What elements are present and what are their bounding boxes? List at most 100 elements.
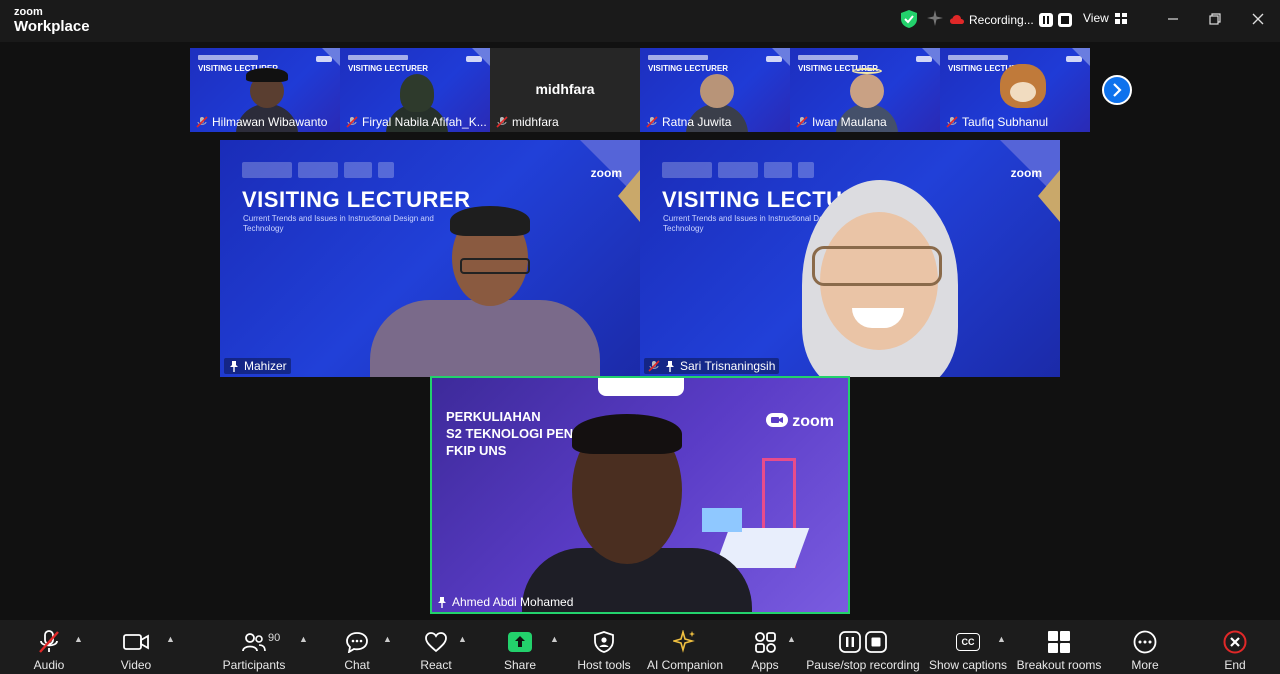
audio-button[interactable]: Audio xyxy=(28,620,70,674)
participant-name: Hilmawan Wibawanto xyxy=(196,115,327,129)
ai-sparkle-icon[interactable] xyxy=(927,10,943,31)
restore-icon[interactable] xyxy=(1206,10,1224,28)
merdeka-badge xyxy=(598,378,684,396)
react-options-chevron-icon[interactable]: ▲ xyxy=(458,634,467,644)
glasses xyxy=(812,246,942,286)
slide-header xyxy=(348,55,408,60)
hat xyxy=(246,68,288,82)
video-tile-mahizer[interactable]: zoom VISITING LECTURER Current Trends an… xyxy=(220,140,640,377)
close-icon[interactable] xyxy=(1249,10,1267,28)
logo-top-text: zoom xyxy=(14,6,43,18)
apps-button[interactable]: Apps xyxy=(749,620,781,674)
participant-name-text: Iwan Maulana xyxy=(812,115,887,129)
shield-icon xyxy=(594,628,614,656)
react-button[interactable]: React xyxy=(418,620,454,674)
participant-name-text: midhfara xyxy=(512,115,559,129)
pause-icon xyxy=(839,631,861,653)
participant-tile[interactable]: VISITING LECTURER Taufiq Subhanul xyxy=(940,48,1090,132)
video-tile-active-speaker[interactable]: PERKULIAHAN S2 TEKNOLOGI PEND FKIP UNS z… xyxy=(430,376,850,614)
ai-companion-label: AI Companion xyxy=(646,658,724,672)
title-bar: zoom Workplace Recording... View xyxy=(0,0,1280,42)
host-tools-button[interactable]: Host tools xyxy=(574,620,634,674)
audio-label: Audio xyxy=(33,658,65,672)
participant-name-text: Ahmed Abdi Mohamed xyxy=(452,595,574,609)
participant-tile[interactable]: VISITING LECTURER Iwan Maulana xyxy=(790,48,940,132)
participant-tile[interactable]: midhfara midhfara xyxy=(490,48,640,132)
participant-tile[interactable]: VISITING LECTURER Ratna Juwita xyxy=(640,48,790,132)
share-button[interactable]: Share xyxy=(502,620,538,674)
share-options-chevron-icon[interactable]: ▲ xyxy=(550,634,559,644)
muted-mic-icon xyxy=(496,116,508,128)
slide-title: VISITING LECTURER xyxy=(242,187,471,212)
cloud-recording-icon xyxy=(950,15,964,24)
slide-line-3: FKIP UNS xyxy=(446,443,507,458)
video-options-chevron-icon[interactable]: ▲ xyxy=(166,634,175,644)
muted-mic-icon xyxy=(38,628,60,656)
end-icon xyxy=(1223,628,1247,656)
apps-options-chevron-icon[interactable]: ▲ xyxy=(787,634,796,644)
slide-corner xyxy=(922,48,940,66)
slide-title: VISITING LECTURER xyxy=(348,64,429,73)
video-tile-sari[interactable]: zoom VISITING LECTURER Current Trends an… xyxy=(640,140,1060,377)
halo xyxy=(852,68,882,74)
minimize-icon[interactable] xyxy=(1164,10,1182,28)
participant-name-text: Mahizer xyxy=(244,359,287,373)
recording-indicator[interactable]: Recording... xyxy=(950,10,1072,30)
stop-recording-icon[interactable] xyxy=(1057,13,1072,27)
host-tools-label: Host tools xyxy=(577,658,631,672)
heart-icon xyxy=(424,628,448,656)
pause-stop-label: Pause/stop recording xyxy=(806,658,920,672)
muted-mic-icon xyxy=(648,360,660,372)
participant-tile[interactable]: VISITING LECTURER Hilmawan Wibawanto xyxy=(190,48,340,132)
chevron-right-icon xyxy=(1113,83,1122,97)
slide-header xyxy=(798,55,858,60)
slide-heading: PERKULIAHAN S2 TEKNOLOGI PEND FKIP UNS xyxy=(446,408,583,459)
video-button[interactable]: Video xyxy=(115,620,157,674)
zoom-slide-logo: zoom xyxy=(765,412,834,431)
pin-icon xyxy=(438,597,446,608)
more-button[interactable]: More xyxy=(1126,620,1164,674)
slide-header xyxy=(648,55,708,60)
participant-name-text: Taufiq Subhanul xyxy=(962,115,1049,129)
chat-button[interactable]: Chat xyxy=(340,620,374,674)
slide-title: VISITING LECTURER xyxy=(648,64,729,73)
grid-view-icon xyxy=(1114,12,1127,24)
participant-face xyxy=(850,74,884,108)
participant-strip: VISITING LECTURER Hilmawan Wibawanto VIS… xyxy=(190,48,1090,132)
show-captions-button[interactable]: CC Show captions xyxy=(928,620,1008,674)
participant-name: Sari Trisnaningsih xyxy=(644,358,780,374)
glasses xyxy=(460,258,530,274)
audio-options-chevron-icon[interactable]: ▲ xyxy=(74,634,83,644)
ai-companion-button[interactable]: AI Companion xyxy=(646,620,724,674)
slide-line-2: S2 TEKNOLOGI PEND xyxy=(446,426,583,441)
share-screen-icon xyxy=(508,628,532,656)
chat-options-chevron-icon[interactable]: ▲ xyxy=(383,634,392,644)
captions-options-chevron-icon[interactable]: ▲ xyxy=(997,634,1006,644)
slide-header xyxy=(948,55,1008,60)
breakout-rooms-button[interactable]: Breakout rooms xyxy=(1017,620,1101,674)
participant-name-text: Ratna Juwita xyxy=(662,115,732,129)
encryption-shield-icon[interactable] xyxy=(901,10,917,33)
cc-glyph: CC xyxy=(956,633,980,651)
participant-tile[interactable]: VISITING LECTURER Firyal Nabila Afifah_K… xyxy=(340,48,490,132)
end-label: End xyxy=(1224,658,1246,672)
captions-label: Show captions xyxy=(928,658,1008,672)
participants-button[interactable]: Participants xyxy=(222,620,286,674)
next-page-button[interactable] xyxy=(1102,75,1132,105)
participants-icon xyxy=(242,628,266,656)
participant-name: Firyal Nabila Afifah_K... xyxy=(346,115,487,129)
zoom-slide-logo: zoom xyxy=(590,166,622,180)
participant-name: midhfara xyxy=(496,115,559,129)
stop-icon xyxy=(865,631,887,653)
chat-icon xyxy=(345,628,369,656)
participants-options-chevron-icon[interactable]: ▲ xyxy=(299,634,308,644)
participant-hair xyxy=(572,414,682,454)
muted-mic-icon xyxy=(946,116,958,128)
view-button[interactable]: View xyxy=(1083,11,1127,25)
ai-sparkle-icon xyxy=(673,628,697,656)
pin-icon xyxy=(666,361,674,372)
end-meeting-button[interactable]: End xyxy=(1218,620,1252,674)
pause-stop-recording-button[interactable]: Pause/stop recording xyxy=(806,620,920,674)
meeting-toolbar: Audio ▲ Video ▲ Participants 90 ▲ Chat ▲ xyxy=(0,620,1280,674)
pause-recording-icon[interactable] xyxy=(1038,13,1053,27)
